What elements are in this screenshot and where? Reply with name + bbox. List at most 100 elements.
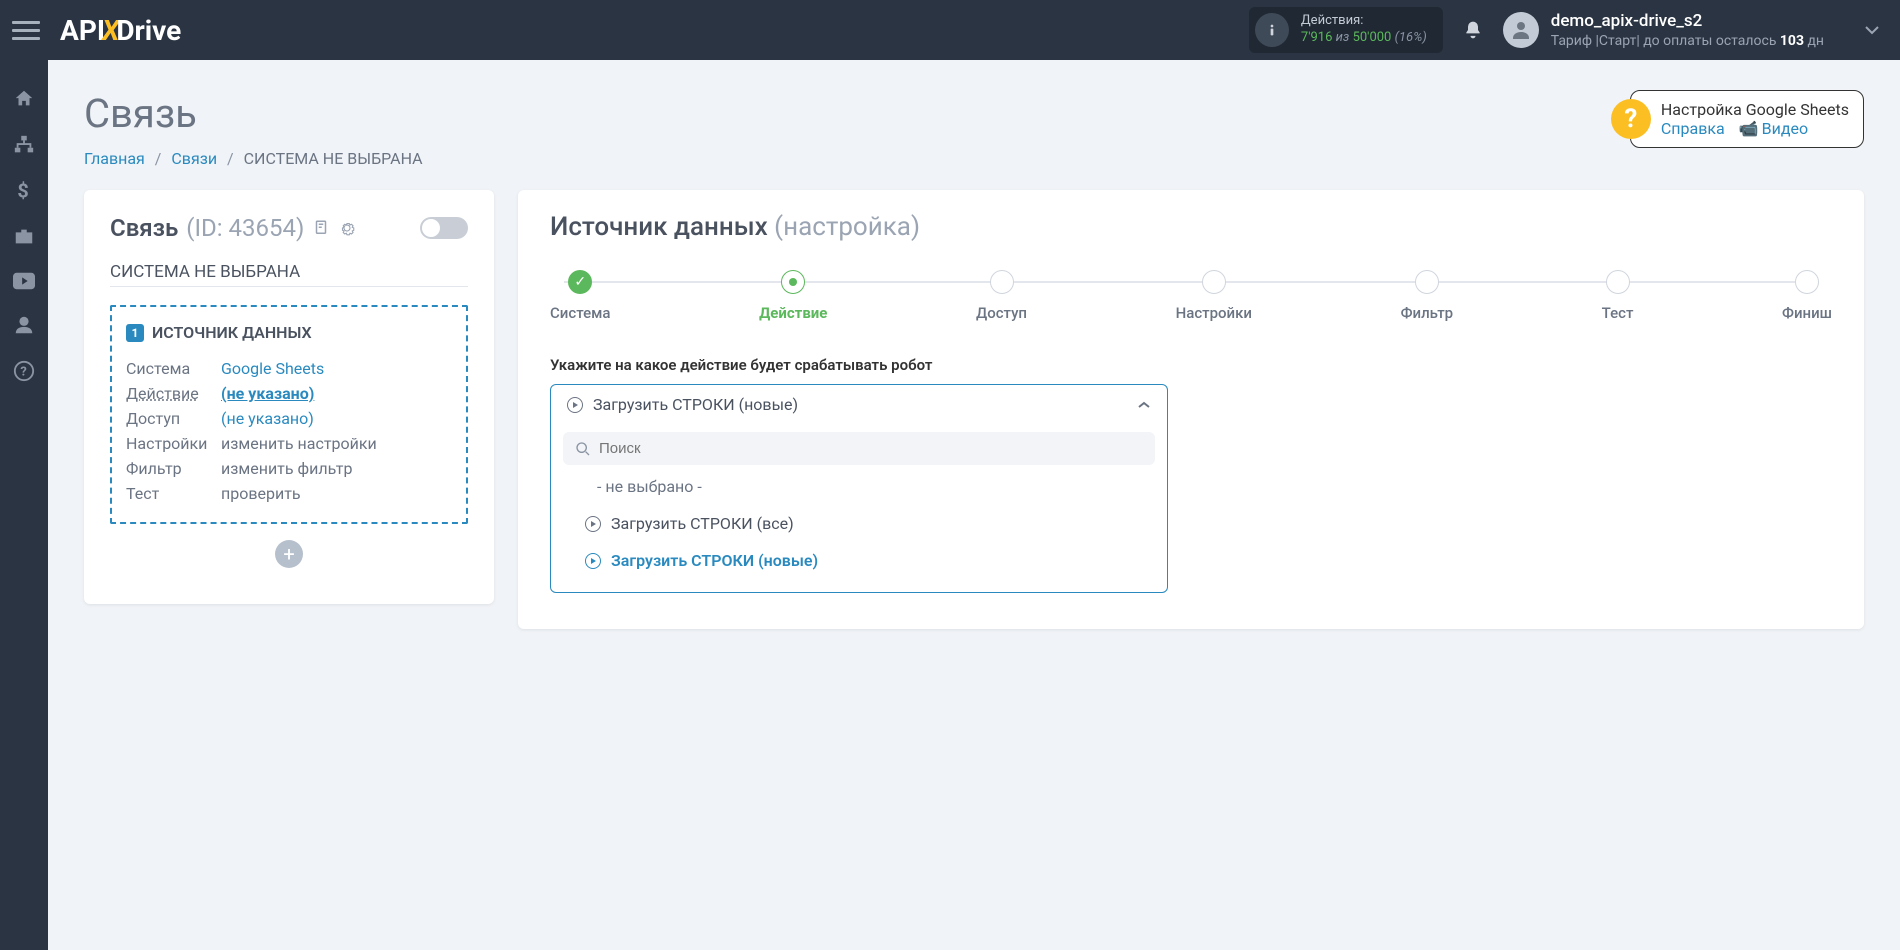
svg-text:?: ? xyxy=(20,365,26,380)
dropdown-option-text: Загрузить СТРОКИ (все) xyxy=(611,514,794,533)
play-icon xyxy=(567,397,583,413)
prop-value[interactable]: (не указано) xyxy=(221,409,314,428)
page-title: Связь xyxy=(84,90,423,137)
prop-row: Настройкиизменить настройки xyxy=(126,431,452,456)
source-header: ИСТОЧНИК ДАННЫХ xyxy=(152,323,312,342)
user-icon[interactable] xyxy=(13,314,35,336)
prop-value: проверить xyxy=(221,484,301,503)
youtube-icon[interactable] xyxy=(13,272,35,290)
help-link-video[interactable]: 📹Видео xyxy=(1739,119,1808,138)
prop-label: Доступ xyxy=(126,409,221,428)
step[interactable]: ✓Система xyxy=(550,270,611,322)
logo-part-api: API xyxy=(60,14,105,47)
logo-part-drive: Drive xyxy=(116,14,181,47)
dropdown-option[interactable]: Загрузить СТРОКИ (все) xyxy=(563,508,1155,539)
briefcase-icon[interactable] xyxy=(13,226,35,248)
breadcrumb-links[interactable]: Связи xyxy=(171,149,217,168)
step-circle xyxy=(1606,270,1630,294)
step-circle xyxy=(1795,270,1819,294)
side-nav: $ ? xyxy=(0,60,48,950)
dollar-icon[interactable]: $ xyxy=(17,180,31,202)
user-plan: Тариф |Старт| до оплаты осталось 103 дн xyxy=(1551,32,1824,50)
logo[interactable]: APIXDrive xyxy=(60,14,181,47)
step-circle xyxy=(781,270,805,294)
step[interactable]: Финиш xyxy=(1782,270,1832,322)
prop-row: Действие(не указано) xyxy=(126,381,452,406)
prop-label: Действие xyxy=(126,384,221,403)
source-panel: 1 ИСТОЧНИК ДАННЫХ СистемаGoogle SheetsДе… xyxy=(110,305,468,524)
play-icon xyxy=(585,553,601,569)
add-button[interactable]: + xyxy=(275,540,303,568)
video-icon: 📹 xyxy=(1739,119,1759,138)
info-icon xyxy=(1255,13,1289,47)
user-name: demo_apix-drive_s2 xyxy=(1551,10,1824,32)
dropdown-option[interactable]: Загрузить СТРОКИ (новые) xyxy=(563,545,1155,576)
chevron-up-icon xyxy=(1137,401,1151,409)
dropdown-selected-text: Загрузить СТРОКИ (новые) xyxy=(593,395,798,414)
copy-icon[interactable] xyxy=(312,219,330,237)
step[interactable]: Доступ xyxy=(976,270,1027,322)
prop-row: Доступ(не указано) xyxy=(126,406,452,431)
step-label: Фильтр xyxy=(1401,304,1454,322)
step-circle xyxy=(990,270,1014,294)
help-icon[interactable]: ? xyxy=(13,360,35,382)
sitemap-icon[interactable] xyxy=(13,134,35,156)
breadcrumb-home[interactable]: Главная xyxy=(84,149,145,168)
prop-label: Тест xyxy=(126,484,221,503)
hamburger-menu[interactable] xyxy=(12,21,40,40)
help-box: ? Настройка Google Sheets Справка 📹Видео xyxy=(1630,90,1864,148)
dropdown-option-text: Загрузить СТРОКИ (новые) xyxy=(611,551,818,570)
actions-value: 7'916 из 50'000 (16%) xyxy=(1301,30,1427,47)
prop-label: Система xyxy=(126,359,221,378)
user-menu[interactable]: demo_apix-drive_s2 Тариф |Старт| до опла… xyxy=(1503,10,1824,50)
prop-value[interactable]: Google Sheets xyxy=(221,359,324,378)
home-icon[interactable] xyxy=(13,88,35,110)
prop-label: Фильтр xyxy=(126,459,221,478)
help-link-reference[interactable]: Справка xyxy=(1661,119,1725,138)
dropdown-search[interactable] xyxy=(563,432,1155,465)
prop-row: Тестпроверить xyxy=(126,481,452,506)
step[interactable]: Действие xyxy=(759,270,827,322)
top-nav: APIXDrive Действия: 7'916 из 50'000 (16%… xyxy=(0,0,1900,60)
step-label: Система xyxy=(550,304,611,322)
help-circle-icon: ? xyxy=(1611,99,1651,139)
search-input[interactable] xyxy=(599,440,1143,457)
dropdown-selected[interactable]: Загрузить СТРОКИ (новые) xyxy=(551,385,1167,424)
prop-row: Фильтризменить фильтр xyxy=(126,456,452,481)
prop-value: изменить фильтр xyxy=(221,459,352,478)
svg-text:$: $ xyxy=(17,180,28,202)
prop-value: изменить настройки xyxy=(221,434,377,453)
action-dropdown: Загрузить СТРОКИ (новые) - не выбрано - … xyxy=(550,384,1168,593)
connection-subtitle: СИСТЕМА НЕ ВЫБРАНА xyxy=(110,262,468,287)
breadcrumb-current: СИСТЕМА НЕ ВЫБРАНА xyxy=(244,149,423,168)
configuration-card: Источник данных (настройка) ✓Система Дейс… xyxy=(518,190,1864,629)
enable-toggle[interactable] xyxy=(420,217,468,239)
prop-value[interactable]: (не указано) xyxy=(221,384,314,403)
step-label: Настройки xyxy=(1176,304,1252,322)
stepper: ✓Система Действие Доступ Настройки Фильтр Тес… xyxy=(550,270,1832,322)
search-icon xyxy=(575,441,591,457)
help-title: Настройка Google Sheets xyxy=(1661,100,1849,119)
play-icon xyxy=(585,516,601,532)
step[interactable]: Фильтр xyxy=(1401,270,1454,322)
step[interactable]: Настройки xyxy=(1176,270,1252,322)
breadcrumb: Главная / Связи / СИСТЕМА НЕ ВЫБРАНА xyxy=(84,149,423,168)
configuration-title: Источник данных (настройка) xyxy=(550,212,1832,242)
step-label: Тест xyxy=(1602,304,1634,322)
step-label: Действие xyxy=(759,304,827,322)
step-label: Финиш xyxy=(1782,304,1832,322)
connection-id: (ID: 43654) xyxy=(186,214,304,242)
gear-icon[interactable] xyxy=(338,219,356,237)
action-label: Укажите на какое действие будет срабатыв… xyxy=(550,356,1832,374)
step-circle xyxy=(1415,270,1439,294)
chevron-down-icon[interactable] xyxy=(1824,25,1880,35)
source-badge: 1 xyxy=(126,324,144,342)
step[interactable]: Тест xyxy=(1602,270,1634,322)
actions-counter[interactable]: Действия: 7'916 из 50'000 (16%) xyxy=(1249,7,1443,53)
step-circle xyxy=(1202,270,1226,294)
bell-icon[interactable] xyxy=(1463,20,1483,40)
actions-label: Действия: xyxy=(1301,13,1427,30)
dropdown-option-none[interactable]: - не выбрано - xyxy=(563,471,1155,502)
connection-title: Связь xyxy=(110,214,178,242)
avatar-icon xyxy=(1503,12,1539,48)
